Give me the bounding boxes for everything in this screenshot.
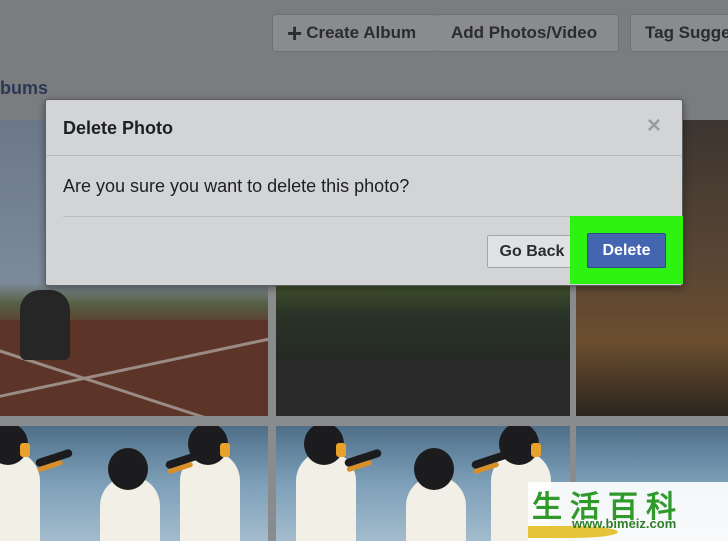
penguin-graphic: [0, 426, 40, 541]
penguin-stripe: [20, 443, 30, 457]
penguin-stripe: [220, 443, 230, 457]
close-icon[interactable]: ×: [644, 114, 664, 138]
delete-button[interactable]: Delete: [587, 233, 666, 268]
tag-suggestions-button[interactable]: Tag Sugge: [630, 14, 728, 52]
add-photos-label: Add Photos/Video: [451, 23, 598, 42]
dialog-header: Delete Photo ×: [46, 100, 682, 156]
watermark-url: www.bimeiz.com: [572, 516, 677, 531]
penguin-beak: [343, 448, 383, 468]
dialog-title: Delete Photo: [63, 118, 174, 138]
albums-link[interactable]: bums: [0, 78, 48, 99]
create-album-label: Create Album: [306, 23, 417, 42]
dialog-message: Are you sure you want to delete this pho…: [63, 176, 410, 196]
plus-icon: +: [287, 18, 303, 48]
create-album-button[interactable]: + Create Album: [272, 14, 438, 52]
jungle-shadow: [276, 360, 570, 416]
tag-suggestions-label: Tag Sugge: [645, 23, 728, 42]
photo-penguins-1[interactable]: [0, 426, 268, 541]
penguin-stripe: [531, 443, 541, 457]
penguin-beak: [34, 448, 74, 468]
go-back-button[interactable]: Go Back: [487, 235, 577, 268]
penguin-graphic: [100, 448, 160, 541]
penguin-stripe: [336, 443, 346, 457]
photo-penguins-2[interactable]: [276, 426, 570, 541]
runner-graphic: [20, 290, 70, 360]
add-photos-button[interactable]: Add Photos/Video: [437, 14, 619, 52]
penguin-graphic: [406, 448, 466, 541]
watermark: 生活百科 www.bimeiz.com: [528, 482, 728, 541]
